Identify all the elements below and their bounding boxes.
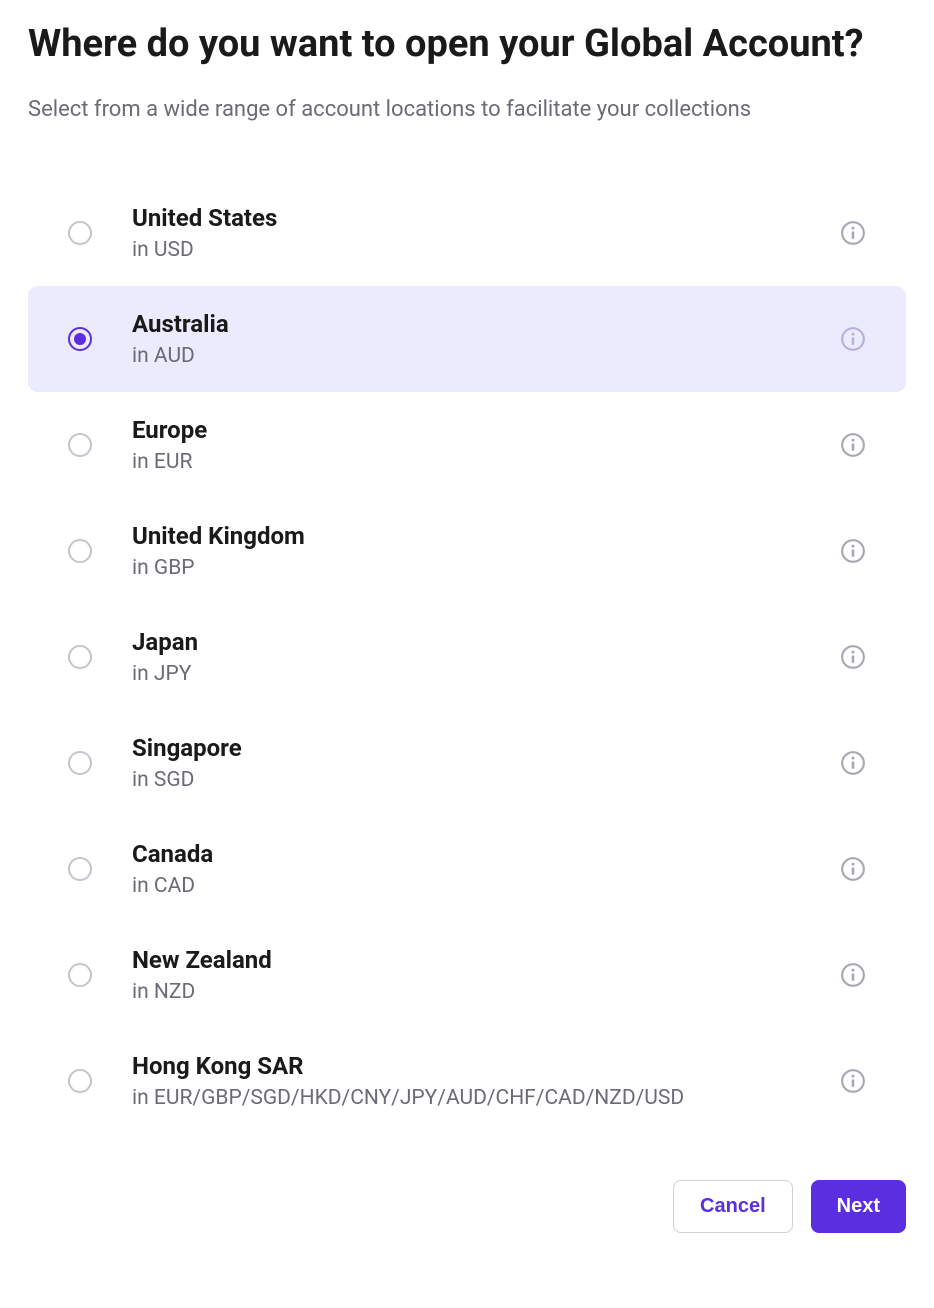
radio-button[interactable] (68, 539, 92, 563)
radio-button[interactable] (68, 751, 92, 775)
option-title: Europe (132, 416, 824, 444)
option-currency: in CAD (132, 874, 824, 898)
option-currency: in EUR/GBP/SGD/HKD/CNY/JPY/AUD/CHF/CAD/N… (132, 1086, 824, 1110)
info-icon[interactable] (840, 962, 866, 988)
option-row[interactable]: New Zealand in NZD (28, 922, 906, 1028)
option-text: Singapore in SGD (132, 734, 824, 792)
option-currency: in SGD (132, 768, 824, 792)
option-row[interactable]: United States in USD (28, 180, 906, 286)
actions-bar: Cancel Next (28, 1180, 906, 1233)
next-button[interactable]: Next (811, 1180, 906, 1233)
option-title: New Zealand (132, 946, 824, 974)
option-title: United States (132, 204, 824, 232)
page-title: Where do you want to open your Global Ac… (28, 20, 906, 69)
option-row[interactable]: Singapore in SGD (28, 710, 906, 816)
info-icon[interactable] (840, 644, 866, 670)
option-row[interactable]: Australia in AUD (28, 286, 906, 392)
option-currency: in JPY (132, 662, 824, 686)
option-row[interactable]: Japan in JPY (28, 604, 906, 710)
option-text: Canada in CAD (132, 840, 824, 898)
option-text: Japan in JPY (132, 628, 824, 686)
option-title: Japan (132, 628, 824, 656)
radio-button[interactable] (68, 1069, 92, 1093)
radio-button[interactable] (68, 645, 92, 669)
cancel-button[interactable]: Cancel (673, 1180, 793, 1233)
option-row[interactable]: Hong Kong SAR in EUR/GBP/SGD/HKD/CNY/JPY/… (28, 1028, 906, 1134)
radio-button[interactable] (68, 963, 92, 987)
radio-button[interactable] (68, 857, 92, 881)
option-text: Hong Kong SAR in EUR/GBP/SGD/HKD/CNY/JPY/… (132, 1052, 824, 1110)
option-text: United States in USD (132, 204, 824, 262)
option-row[interactable]: Europe in EUR (28, 392, 906, 498)
option-row[interactable]: Canada in CAD (28, 816, 906, 922)
info-icon[interactable] (840, 856, 866, 882)
radio-button[interactable] (68, 221, 92, 245)
option-text: Europe in EUR (132, 416, 824, 474)
info-icon[interactable] (840, 326, 866, 352)
options-list: United States in USD Australia in AUD Europe… (28, 180, 906, 1134)
option-currency: in USD (132, 238, 824, 262)
option-row[interactable]: United Kingdom in GBP (28, 498, 906, 604)
option-text: New Zealand in NZD (132, 946, 824, 1004)
option-text: Australia in AUD (132, 310, 824, 368)
info-icon[interactable] (840, 538, 866, 564)
account-location-form: Where do you want to open your Global Ac… (0, 0, 934, 1261)
option-title: Hong Kong SAR (132, 1052, 824, 1080)
info-icon[interactable] (840, 432, 866, 458)
option-title: Canada (132, 840, 824, 868)
option-currency: in GBP (132, 556, 824, 580)
option-title: Singapore (132, 734, 824, 762)
info-icon[interactable] (840, 750, 866, 776)
option-currency: in EUR (132, 450, 824, 474)
info-icon[interactable] (840, 1068, 866, 1094)
option-title: Australia (132, 310, 824, 338)
radio-button[interactable] (68, 327, 92, 351)
option-currency: in AUD (132, 344, 824, 368)
page-subtitle: Select from a wide range of account loca… (28, 97, 906, 122)
option-currency: in NZD (132, 980, 824, 1004)
option-title: United Kingdom (132, 522, 824, 550)
option-text: United Kingdom in GBP (132, 522, 824, 580)
radio-button[interactable] (68, 433, 92, 457)
info-icon[interactable] (840, 220, 866, 246)
